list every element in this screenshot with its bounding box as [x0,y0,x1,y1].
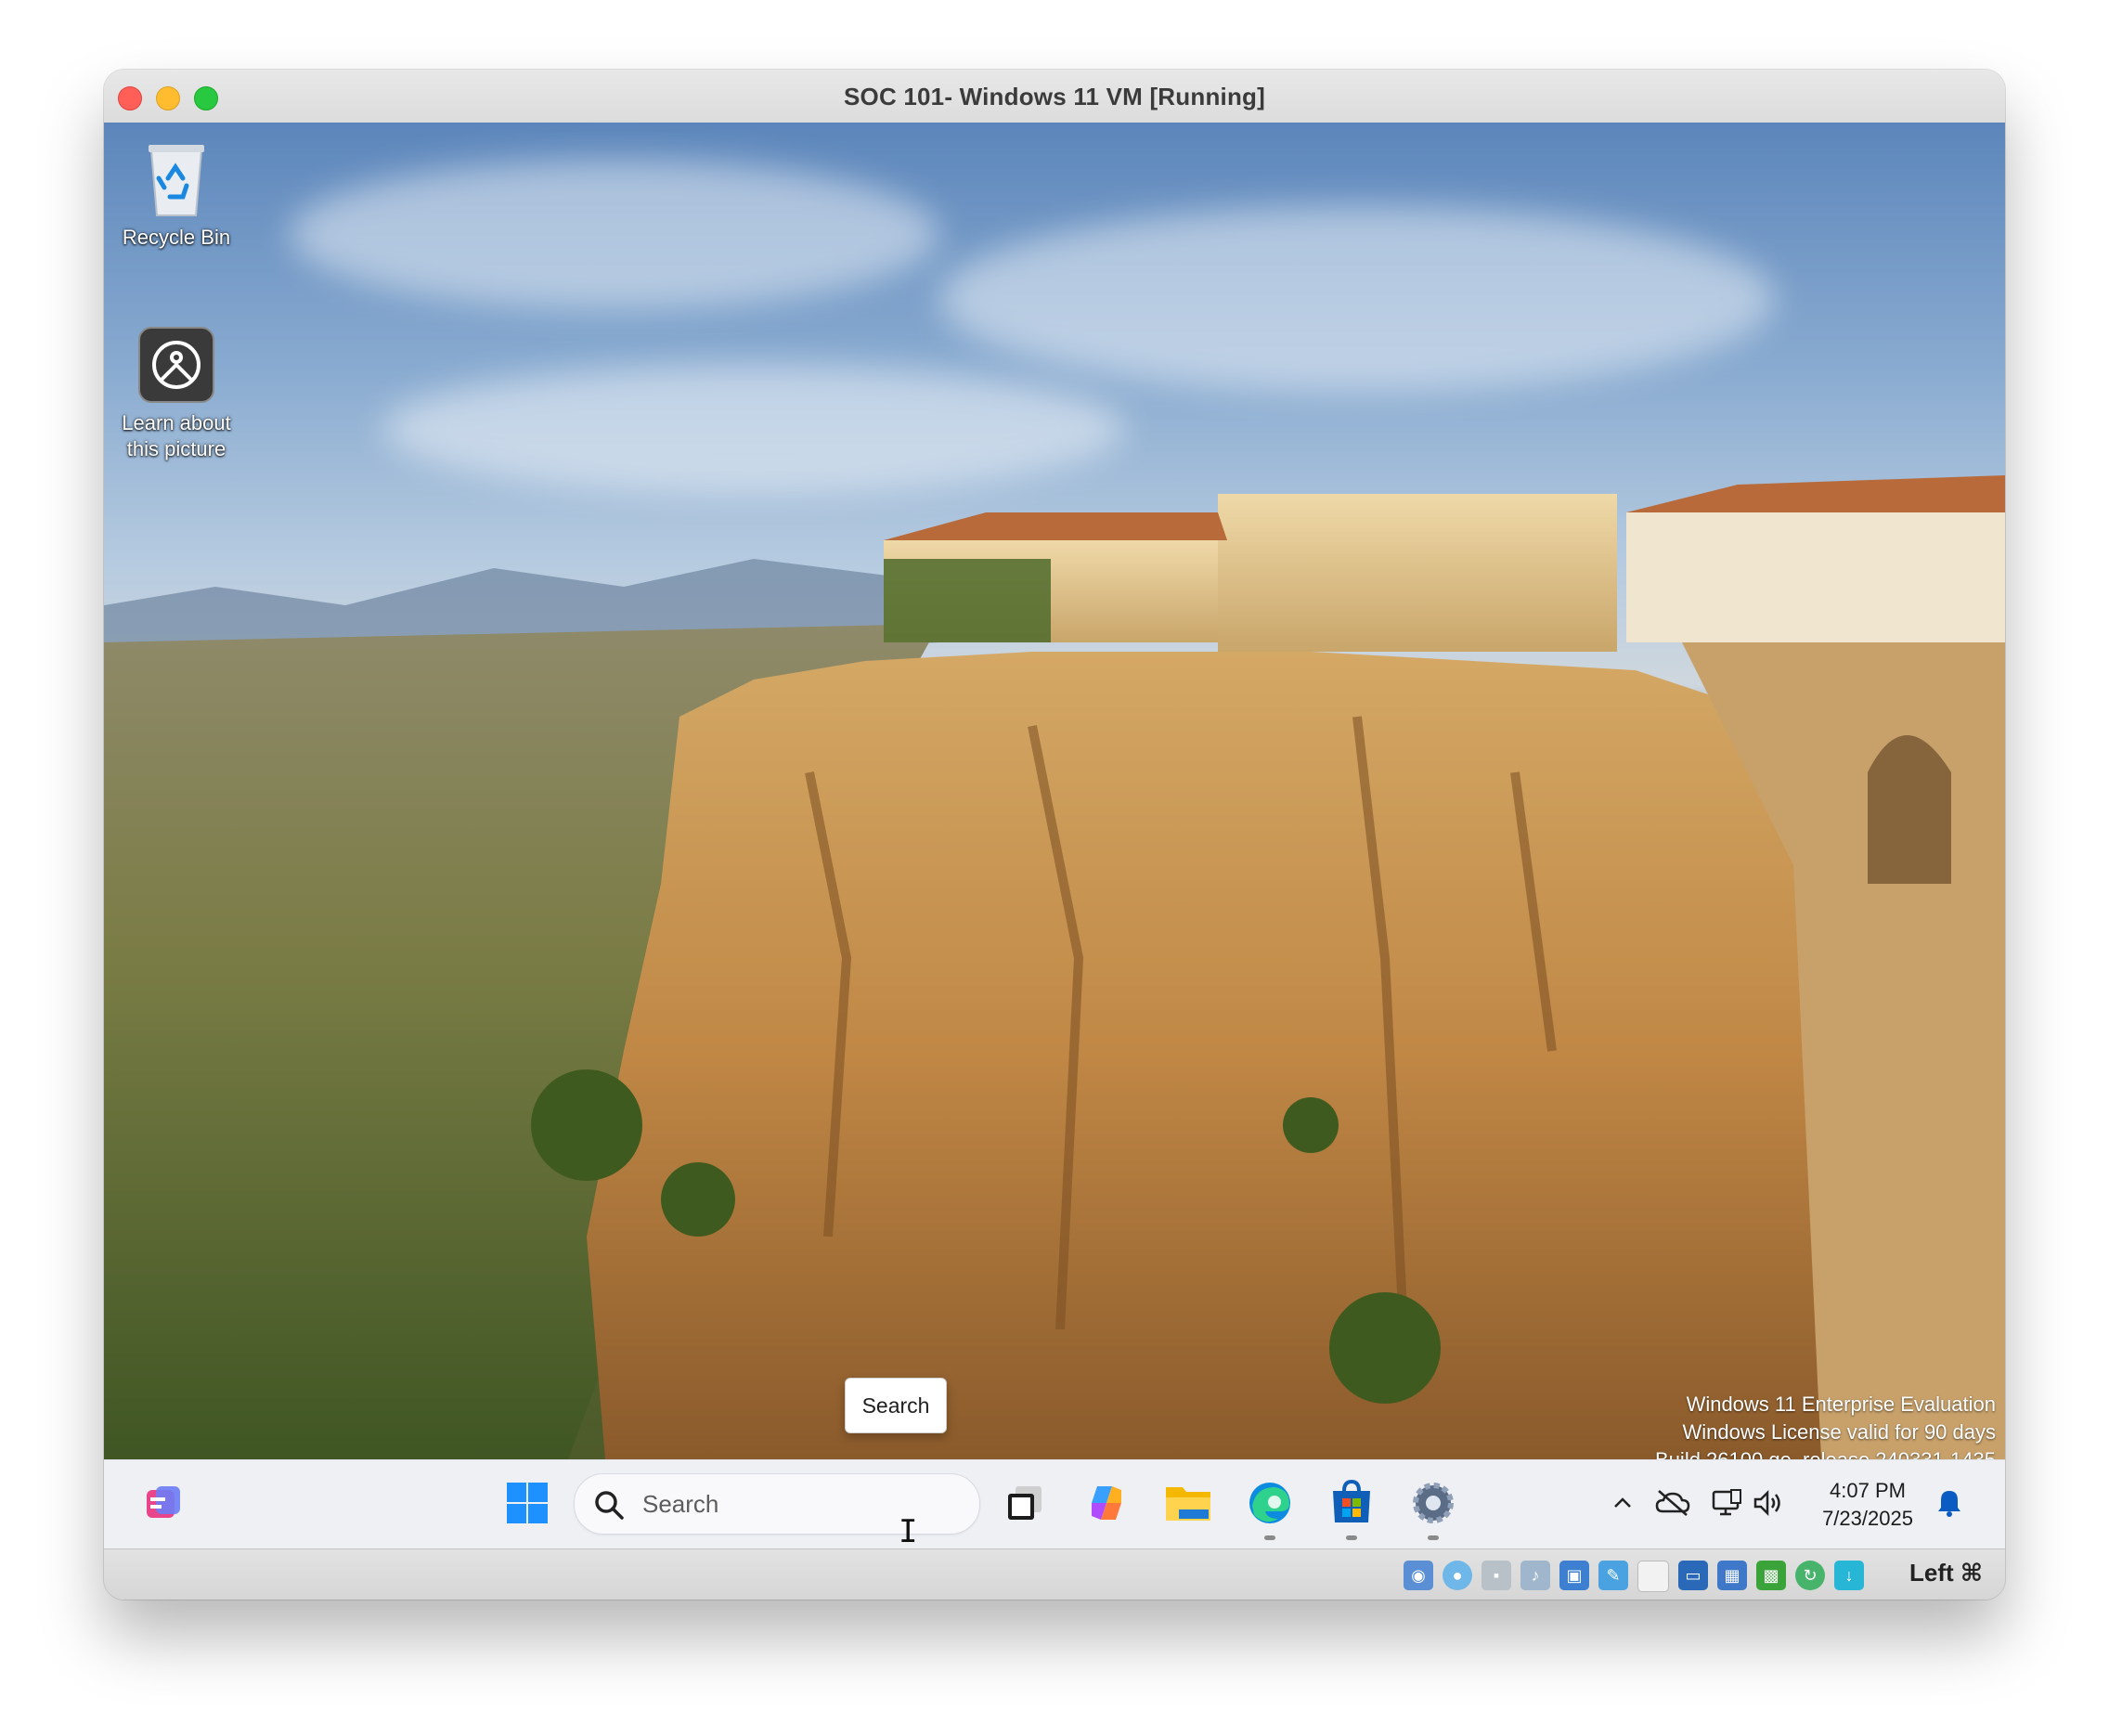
search-icon [593,1489,625,1525]
task-view-button[interactable] [999,1479,1051,1531]
start-button[interactable] [501,1479,553,1531]
settings-icon [1410,1480,1456,1531]
mouse-integration-icon[interactable]: ↓ [1834,1561,1864,1590]
statusbar-icons: ◉ ● ▪ ♪ ▣ ✎ ▭ ▦ ▩ ↻ ↓ [1404,1561,1864,1592]
copilot-icon [1084,1481,1129,1530]
search-placeholder: Search [642,1490,719,1518]
network-adapters-icon[interactable]: ▣ [1559,1561,1589,1590]
watermark-line3: Build 26100.ge_release.240331-1435 [1655,1446,1996,1459]
onedrive-offline-icon [1655,1489,1690,1522]
clock-time: 4:07 PM [1830,1479,1906,1502]
settings-button[interactable] [1407,1479,1459,1540]
store-running-indicator [1346,1535,1357,1540]
audio-icon[interactable]: ♪ [1520,1561,1550,1590]
recycle-bin-label: Recycle Bin [122,226,231,249]
network-icon [1711,1488,1742,1522]
taskbar-search-box[interactable]: Search [574,1473,980,1535]
guest-additions-icon[interactable]: ↻ [1795,1561,1825,1590]
settings-running-indicator [1428,1535,1439,1540]
notifications-button[interactable] [1931,1479,1968,1531]
wallpaper-landscape [104,475,2005,1459]
edge-button[interactable] [1244,1479,1296,1540]
widgets-button[interactable] [137,1479,189,1531]
edge-running-indicator [1264,1535,1275,1540]
search-tooltip: Search [845,1378,947,1433]
copilot-button[interactable] [1080,1479,1132,1531]
recording-icon[interactable]: ▦ [1717,1561,1747,1590]
watermark-line1: Windows 11 Enterprise Evaluation [1686,1393,1996,1416]
recycle-bin-icon [144,141,209,219]
file-explorer-button[interactable] [1162,1479,1214,1531]
floppy-icon[interactable]: ▪ [1481,1561,1511,1590]
vm-statusbar: ◉ ● ▪ ♪ ▣ ✎ ▭ ▦ ▩ ↻ ↓ Left ⌘ [104,1548,2005,1600]
learn-about-picture-icon [138,327,214,403]
onedrive-tray-button[interactable] [1652,1479,1693,1531]
microsoft-store-button[interactable] [1326,1479,1378,1540]
window-title: SOC 101- Windows 11 VM [Running] [844,83,1265,110]
taskbar-clock[interactable]: 4:07 PM 7/23/2025 [1812,1477,1923,1533]
network-tray-button[interactable] [1706,1479,1747,1531]
learn-about-picture-label-line1: Learn about [122,411,231,434]
task-view-icon [1004,1483,1045,1528]
evaluation-watermark: Windows 11 Enterprise Evaluation Windows… [1655,1391,1996,1459]
host-key-label[interactable]: Left ⌘ [1909,1559,1983,1587]
show-hidden-icons-button[interactable] [1604,1479,1641,1531]
windows-start-icon [505,1481,550,1530]
desktop-icon-learn-about-picture[interactable]: Learn about this picture [107,327,246,462]
edge-icon [1247,1480,1293,1531]
widgets-icon [141,1481,186,1530]
window-titlebar[interactable]: SOC 101- Windows 11 VM [Running] [104,70,2005,123]
store-icon [1329,1479,1374,1531]
volume-tray-button[interactable] [1749,1479,1790,1531]
optical-drive-icon[interactable]: ● [1443,1561,1472,1590]
vm-window: SOC 101- Windows 11 VM [Running] Recycle… [104,70,2005,1600]
cpu-icon[interactable]: ▩ [1756,1561,1786,1590]
learn-about-picture-label-line2: this picture [126,437,226,460]
hard-disk-icon[interactable]: ◉ [1404,1561,1433,1590]
text-cursor-icon: I [899,1513,918,1550]
shared-folders-icon[interactable] [1637,1561,1669,1592]
desktop-icon-recycle-bin[interactable]: Recycle Bin [107,141,246,251]
desktop[interactable]: Recycle Bin Learn about this picture Win… [104,123,2005,1459]
watermark-line2: Windows License valid for 90 days [1682,1420,1997,1444]
notification-bell-icon [1935,1488,1963,1522]
display-icon[interactable]: ▭ [1678,1561,1708,1590]
chevron-up-icon [1611,1491,1635,1520]
usb-icon[interactable]: ✎ [1598,1561,1628,1590]
clock-date: 7/23/2025 [1822,1507,1913,1530]
volume-icon [1753,1489,1786,1522]
taskbar: Search 4:07 PM 7/23/2025 [104,1459,2005,1549]
file-explorer-icon [1164,1482,1212,1529]
